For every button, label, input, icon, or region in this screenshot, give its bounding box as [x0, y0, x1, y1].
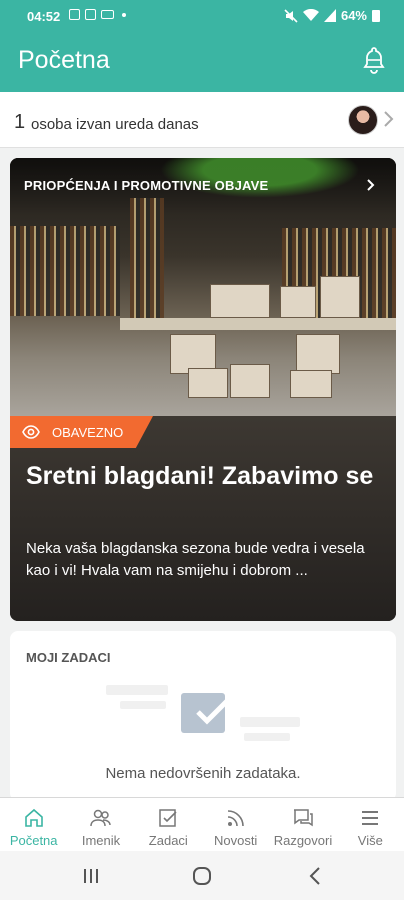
battery-icon	[372, 9, 380, 22]
out-of-office-label: osoba izvan ureda danas	[31, 116, 199, 133]
page-title: Početna	[18, 46, 110, 74]
app-notification-icon	[85, 9, 96, 20]
checkmark-icon	[196, 699, 229, 725]
nav-more[interactable]: Više	[337, 798, 404, 851]
notification-icons	[69, 9, 126, 20]
nav-home[interactable]: Početna	[0, 798, 67, 851]
recent-apps-icon[interactable]	[80, 865, 102, 887]
gift-box	[188, 368, 228, 398]
placeholder-line	[240, 717, 300, 727]
eye-icon	[22, 425, 40, 439]
gift-box	[296, 334, 340, 374]
nav-news[interactable]: Novosti	[202, 798, 269, 851]
wifi-icon	[302, 9, 319, 21]
nav-label: Imenik	[81, 833, 121, 848]
menu-icon	[362, 811, 379, 825]
signal-icon	[323, 9, 336, 22]
mandatory-badge: OBAVEZNO	[10, 416, 153, 448]
chat-icon	[293, 809, 313, 827]
gift-box	[210, 284, 270, 318]
mute-icon	[284, 8, 298, 23]
status-time: 04:52	[27, 9, 61, 24]
wine-shelf	[10, 226, 120, 316]
home-icon	[24, 808, 43, 827]
home-button-icon[interactable]	[191, 865, 213, 887]
display-counter	[120, 318, 396, 330]
avatar[interactable]	[348, 105, 378, 135]
battery-percent: 64%	[340, 8, 367, 23]
nav-label: Više	[357, 833, 383, 848]
out-of-office-row[interactable]: 1 osoba izvan ureda danas	[0, 92, 404, 148]
announcement-section-label: PRIOPĆENJA I PROMOTIVNE OBJAVE	[24, 178, 269, 193]
more-notifications-icon	[122, 12, 126, 17]
voicemail-notification-icon	[101, 10, 114, 19]
people-icon	[90, 809, 111, 827]
tasks-heading: MOJI ZADACI	[26, 650, 111, 665]
system-navigation-bar	[0, 851, 404, 900]
gift-box	[280, 286, 316, 318]
placeholder-line	[244, 733, 290, 741]
chevron-right-icon[interactable]	[380, 110, 396, 128]
gift-box	[230, 364, 270, 398]
bell-icon[interactable]	[362, 46, 386, 74]
wine-shelf	[130, 198, 164, 318]
rss-icon	[227, 810, 244, 827]
nav-label: Početna	[9, 833, 58, 848]
status-bar: 04:52 64%	[0, 0, 404, 34]
gallery-notification-icon	[69, 9, 80, 20]
nav-label: Novosti	[213, 833, 258, 848]
chevron-right-icon[interactable]	[366, 178, 376, 192]
back-icon[interactable]	[305, 865, 327, 887]
nav-tasks[interactable]: Zadaci	[135, 798, 202, 851]
placeholder-line	[120, 701, 166, 709]
no-tasks-text: Nema nedovršenih zadataka.	[105, 765, 301, 782]
gift-box	[290, 370, 332, 398]
announcement-title[interactable]: Sretni blagdani! Zabavimo se	[26, 460, 376, 493]
gift-box	[320, 276, 360, 318]
announcement-card[interactable]: PRIOPĆENJA I PROMOTIVNE OBJAVE OBAVEZNO …	[10, 158, 396, 621]
nav-label: Zadaci	[148, 833, 188, 848]
bottom-navigation: Početna Imenik Zadaci Novosti Razgovori …	[0, 797, 404, 851]
out-of-office-count: 1	[14, 111, 26, 133]
tasks-icon	[159, 809, 177, 827]
status-right: 64%	[284, 8, 380, 23]
announcement-description: Neka vaša blagdanska sezona bude vedra i…	[26, 540, 365, 579]
nav-label: Razgovori	[273, 833, 333, 848]
badge-label: OBAVEZNO	[52, 425, 124, 440]
my-tasks-card[interactable]: MOJI ZADACI Nema nedovršenih zadataka.	[10, 631, 396, 801]
nav-directory[interactable]: Imenik	[67, 798, 134, 851]
announcement-image	[10, 158, 396, 416]
app-header: 04:52 64% Početna	[0, 0, 404, 92]
nav-chats[interactable]: Razgovori	[269, 798, 336, 851]
placeholder-line	[106, 685, 168, 695]
